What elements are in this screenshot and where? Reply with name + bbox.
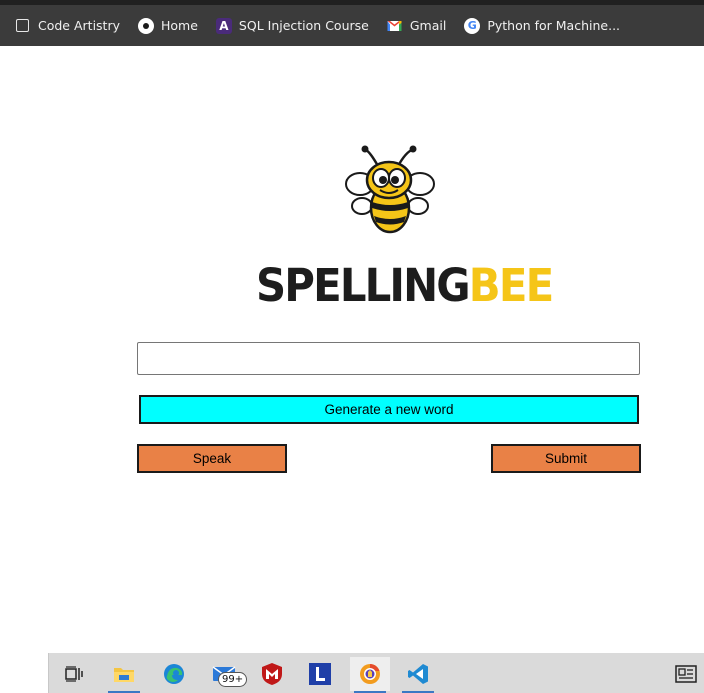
file-explorer-icon[interactable] <box>104 657 144 693</box>
launcher-l-icon[interactable] <box>300 657 340 691</box>
bookmarks-bar: Code Artistry Home A SQL Injection Cours… <box>0 5 704 46</box>
submit-button[interactable]: Submit <box>491 444 641 473</box>
bookmark-home[interactable]: Home <box>136 11 204 41</box>
bookmark-label: SQL Injection Course <box>238 18 369 33</box>
chrome-canary-icon[interactable] <box>350 657 390 693</box>
circle-dot-icon <box>138 17 154 34</box>
wordmark-spelling: SPELLING <box>256 259 471 312</box>
wordmark-bee: BEE <box>468 259 554 312</box>
letter-a-icon: A <box>215 17 232 34</box>
bookmark-gmail[interactable]: Gmail <box>385 11 452 41</box>
vscode-icon[interactable] <box>398 657 438 693</box>
checkbox-icon <box>16 19 29 32</box>
bookmark-sql-injection-course[interactable]: A SQL Injection Course <box>214 11 375 41</box>
news-widget-icon[interactable] <box>666 657 704 691</box>
bookmark-python-for-machine[interactable]: G Python for Machine... <box>462 11 626 41</box>
mail-unread-badge: 99+ <box>218 672 248 687</box>
speak-button[interactable]: Speak <box>137 444 287 473</box>
edge-icon[interactable] <box>154 657 194 691</box>
google-icon: G <box>464 17 481 34</box>
bookmark-label: Gmail <box>409 18 447 33</box>
spelling-bee-wordmark: SPELLINGBEE <box>256 256 554 316</box>
windows-taskbar: 99+ <box>0 653 704 693</box>
bookmark-label: Code Artistry <box>38 18 120 33</box>
bookmark-code-artistry[interactable]: Code Artistry <box>14 11 126 41</box>
task-view-icon[interactable] <box>54 657 94 691</box>
gmail-icon <box>387 18 403 34</box>
mcafee-icon[interactable] <box>252 657 292 691</box>
bookmark-label: Home <box>161 18 198 33</box>
generate-new-word-button[interactable]: Generate a new word <box>139 395 639 424</box>
bookmark-label: Python for Machine... <box>487 18 621 33</box>
taskbar-search-box[interactable] <box>0 653 49 693</box>
word-answer-input[interactable] <box>137 342 640 375</box>
bee-mascot-icon <box>345 145 435 234</box>
